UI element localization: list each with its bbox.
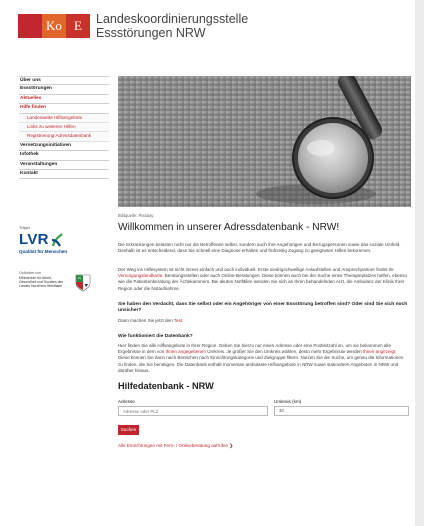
site-title-line2: Essstörungen NRW — [96, 26, 206, 40]
lvr-caption: Träger — [19, 226, 31, 230]
sidebar-item[interactable]: Über uns — [19, 76, 109, 86]
search-button[interactable]: Suchen — [118, 425, 139, 435]
magnifying-glass-photo — [118, 76, 411, 207]
test-prefix: Dann machen Sie jetzt den — [118, 318, 174, 323]
logo-block-la: La b — [18, 14, 42, 38]
sidebar-subitem[interactable]: Registrierung Adressdatenbank — [19, 132, 109, 142]
hero-image — [118, 76, 411, 207]
site-logo[interactable]: La b Ko E Landeskoordinierungsstelle Esss… — [18, 12, 248, 40]
how-it-works-text: Hier finden Sie alle Hilfsangebote in Ih… — [118, 343, 408, 374]
intro-p2-text-a: Der Weg ins Hilfesystem ist nicht immer … — [118, 267, 394, 272]
sidebar-nav: Über uns Essstörungen Aktuelles Hilfe finde… — [19, 76, 109, 180]
intro-paragraph-1: Die Erkrankungen belasten nicht nur die … — [118, 242, 401, 254]
how-link-2[interactable]: Ihnen angezeigt — [363, 349, 395, 354]
photo-credit: Bildquelle: Pixabay — [118, 213, 154, 218]
page-title: Willkommen in unserer Adressdatenbank - … — [118, 222, 340, 233]
site-title-line1: Landeskoordinierungsstelle — [96, 12, 249, 26]
chevron-right-icon: ❯ — [229, 443, 234, 448]
lvr-tagline: Qualität für Menschen — [19, 249, 68, 254]
all-link-label: Alle Einrichtungen mit Fern- / Onlineber… — [118, 443, 229, 448]
sidebar-item[interactable]: Hilfe finden — [19, 104, 109, 114]
nrw-crest-icon[interactable] — [74, 274, 92, 292]
intro-p2-text-b: . Beratungsstellen oder auch Online-Bera… — [118, 273, 408, 291]
lvr-logo-text: LVR — [19, 231, 49, 248]
logo-block-e: E — [66, 14, 90, 38]
test-link[interactable]: Test — [174, 318, 182, 323]
site-title: Landeskoordinierungsstelle Essstörungen … — [96, 12, 248, 40]
sidebar-item[interactable]: Infothek — [19, 151, 109, 161]
search-heading: Hilfedatenbank - NRW — [118, 381, 214, 391]
sidebar-item[interactable]: Vernetzungsinitiativen — [19, 142, 109, 152]
all-online-counseling-link[interactable]: Alle Einrichtungen mit Fern- / Onlineber… — [118, 443, 233, 449]
test-suffix: . — [182, 318, 184, 323]
logo-block-ko: Ko — [42, 14, 66, 38]
sidebar-item[interactable]: Essstörungen — [19, 85, 109, 95]
address-label: Adresse — [118, 399, 135, 404]
page: La b Ko E Landeskoordinierungsstelle Esss… — [0, 0, 415, 526]
ministry-name: Ministerium für Arbeit, Gesundheit und S… — [19, 276, 64, 289]
address-input[interactable] — [118, 406, 268, 416]
radius-field[interactable]: 30 — [274, 406, 409, 416]
sidebar-subitem[interactable]: Landesweite Hilfsangebote — [19, 113, 109, 123]
intro-paragraph-2: Der Weg ins Hilfesystem ist nicht immer … — [118, 267, 408, 292]
suspicion-question: Sie haben den Verdacht, dass Sie selbst … — [118, 302, 408, 314]
test-paragraph: Dann machen Sie jetzt den Test. — [118, 318, 408, 324]
logo-blocks: La b Ko E — [18, 14, 90, 38]
how-text-b: Umkreis. Je größer Sie den Umkreis wähle… — [206, 349, 363, 355]
lvr-mark-icon — [51, 232, 63, 247]
radius-label: Umkreis (km) — [274, 399, 302, 404]
versorgungslandkarte-link[interactable]: Versorgungslandkarte — [118, 273, 162, 278]
how-link-1[interactable]: Ihnen angegebenen — [166, 349, 206, 354]
sidebar-item[interactable]: Kontakt — [19, 170, 109, 180]
how-it-works-heading: Wie funktioniert die Datenbank? — [118, 334, 193, 339]
sidebar-subitem[interactable]: Links zu weiteren Hilfen — [19, 122, 109, 133]
lvr-logo[interactable]: LVR — [19, 231, 63, 248]
sidebar-item[interactable]: Veranstaltungen — [19, 161, 109, 170]
sidebar-item[interactable]: Aktuelles — [19, 95, 109, 105]
ministry-caption: Gefördert von — [19, 271, 41, 275]
